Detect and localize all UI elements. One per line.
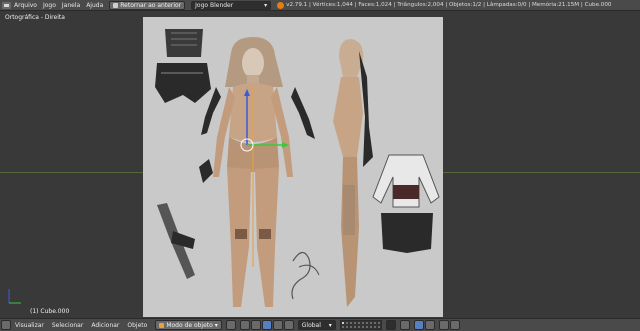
- render-engine-select[interactable]: Jogo Blender ▾: [191, 0, 272, 10]
- front-body-model: [201, 37, 315, 307]
- manipulator-toggle-icon[interactable]: [250, 320, 261, 330]
- active-object-label: (1) Cube.000: [30, 308, 70, 315]
- transform-orientation-value: Global: [301, 321, 321, 329]
- scale-manipulator-icon[interactable]: [283, 320, 294, 330]
- outfit-sketch: [372, 154, 440, 253]
- menu-janela[interactable]: Janela: [59, 2, 83, 9]
- reference-image: [143, 17, 443, 317]
- transform-orientation-select[interactable]: Global ▾: [297, 320, 336, 330]
- chevron-down-icon: ▾: [264, 1, 268, 9]
- snap-element-icon[interactable]: [424, 320, 435, 330]
- back-icon: [113, 2, 119, 8]
- rotate-manipulator-icon[interactable]: [272, 320, 283, 330]
- chevron-down-icon: ▾: [212, 321, 218, 329]
- character-reference-sheet: [155, 29, 440, 307]
- viewport-shading-icon[interactable]: [225, 320, 236, 330]
- info-header: Arquivo Jogo Janela Ajuda Retornar ao an…: [0, 0, 640, 11]
- corset-sketch: [155, 29, 211, 103]
- side-body-model: [333, 39, 373, 307]
- pivot-point-icon[interactable]: [239, 320, 250, 330]
- scene-layers-grid[interactable]: [339, 320, 382, 330]
- editor-type-icon[interactable]: [1, 320, 11, 330]
- menu-selecionar[interactable]: Selecionar: [48, 322, 87, 329]
- 3d-viewport[interactable]: Ortográfica - Direita (1) Cube.000: [0, 11, 640, 317]
- menu-arquivo[interactable]: Arquivo: [11, 2, 40, 9]
- menu-adicionar[interactable]: Adicionar: [87, 322, 123, 329]
- editor-type-icon[interactable]: [2, 1, 11, 9]
- proportional-edit-icon[interactable]: [399, 320, 410, 330]
- menu-jogo[interactable]: Jogo: [40, 2, 59, 9]
- view-title: Ortográfica - Direita: [5, 14, 65, 21]
- blender-logo-icon: [277, 1, 285, 9]
- menu-objeto[interactable]: Objeto: [123, 322, 151, 329]
- interaction-mode-value: Modo de objeto: [166, 321, 213, 329]
- axis-orientation-widget: [8, 289, 21, 304]
- render-engine-value: Jogo Blender: [195, 1, 234, 9]
- scene-statistics: v2.79.1 | Vértices:1,044 | Faces:1,024 |…: [286, 2, 612, 8]
- viewport-header: Visualizar Selecionar Adicionar Objeto M…: [0, 318, 640, 331]
- opengl-animation-icon[interactable]: [449, 320, 460, 330]
- layers-lock-icon[interactable]: [385, 320, 396, 330]
- interaction-mode-select[interactable]: Modo de objeto ▾: [155, 320, 222, 330]
- back-button-label: Retornar ao anterior: [120, 1, 182, 9]
- snap-magnet-icon[interactable]: [413, 320, 424, 330]
- back-to-previous-button[interactable]: Retornar ao anterior: [109, 0, 186, 10]
- menu-ajuda[interactable]: Ajuda: [83, 2, 106, 9]
- opengl-render-icon[interactable]: [438, 320, 449, 330]
- object-mode-icon: [159, 322, 165, 328]
- menu-visualizar[interactable]: Visualizar: [11, 322, 48, 329]
- translate-manipulator-icon[interactable]: [261, 320, 272, 330]
- chevron-down-icon: ▾: [328, 321, 332, 329]
